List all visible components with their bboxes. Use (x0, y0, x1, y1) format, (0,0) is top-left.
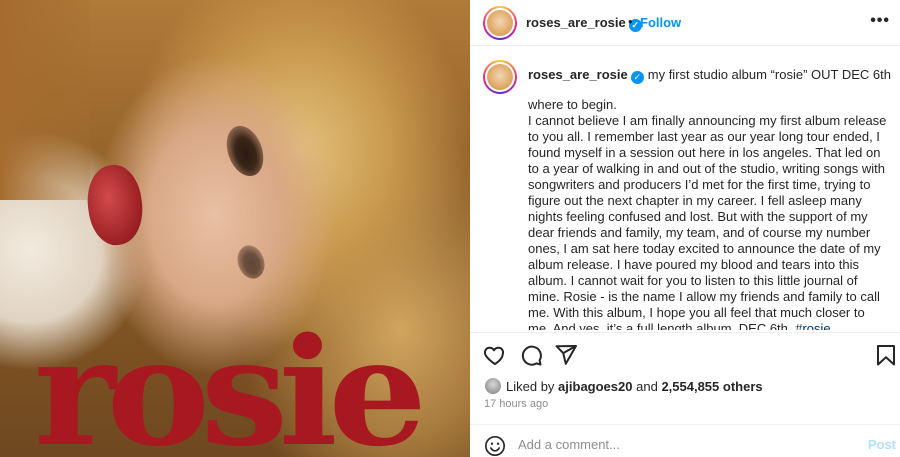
separator-dot: • (628, 14, 633, 29)
emoji-icon[interactable] (484, 435, 506, 457)
album-title-art: rosie (34, 305, 427, 457)
likes-joiner: and (636, 379, 658, 394)
share-icon[interactable] (554, 343, 578, 367)
post-image[interactable]: rosie (0, 0, 470, 457)
follow-button[interactable]: Follow (640, 15, 681, 30)
hashtag-link[interactable]: #rosie (795, 321, 830, 330)
action-bar (470, 332, 900, 372)
image-eye-lower (232, 241, 270, 283)
post-header: roses_are_rosie ✓ • Follow ••• (470, 0, 900, 46)
image-shadow (0, 0, 90, 200)
heart-icon[interactable] (483, 343, 507, 367)
caption-avatar[interactable] (483, 60, 517, 94)
caption-username[interactable]: roses_are_rosie (528, 67, 628, 82)
caption-title: my first studio album “rosie” OUT DEC 6t… (647, 67, 891, 82)
header-username[interactable]: roses_are_rosie ✓ (526, 15, 642, 32)
image-lips (82, 161, 148, 249)
comment-input[interactable] (518, 434, 848, 454)
likes-summary: Liked by ajibagoes20 and 2,554,855 other… (484, 377, 763, 395)
verified-icon: ✓ (630, 71, 644, 84)
more-options-icon[interactable]: ••• (870, 12, 890, 30)
image-eye (220, 120, 270, 182)
liker-username[interactable]: ajibagoes20 (558, 379, 632, 394)
caption-line: roses_are_rosie ✓ my first studio album “r… (528, 67, 891, 84)
post-timestamp[interactable]: 17 hours ago (484, 398, 548, 410)
caption-paragraph: where to begin. (528, 97, 617, 112)
header-username-text[interactable]: roses_are_rosie (526, 15, 626, 30)
caption-paragraph: I cannot believe I am finally announcing… (528, 113, 888, 330)
post-comment-button[interactable]: Post (868, 437, 896, 452)
caption-paragraph-text: I cannot believe I am finally announcing… (528, 113, 887, 330)
likes-count[interactable]: 2,554,855 others (661, 379, 762, 394)
avatar[interactable] (483, 6, 517, 40)
bookmark-icon[interactable] (875, 343, 897, 367)
comment-icon[interactable] (519, 343, 543, 367)
post-panel: roses_are_rosie ✓ • Follow ••• roses_are_… (470, 0, 900, 457)
comment-bar: Post (470, 424, 900, 457)
likes-prefix: Liked by (506, 379, 555, 394)
liker-avatar[interactable] (484, 377, 502, 395)
caption-body: where to begin. I cannot believe I am fi… (528, 97, 888, 330)
